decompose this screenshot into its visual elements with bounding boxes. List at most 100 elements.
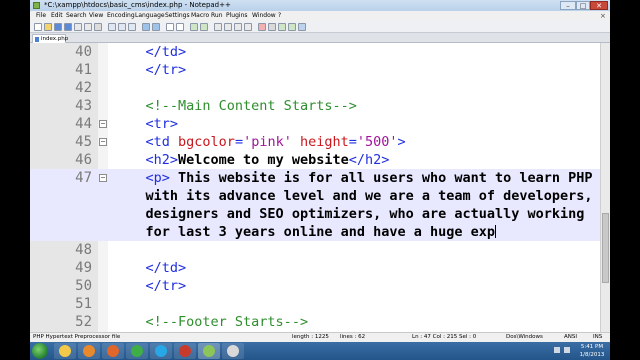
status-position: Ln : 47 Col : 215 Sel : 0 xyxy=(412,334,477,340)
menu-bar: File Edit Search View Encoding Language … xyxy=(30,11,610,21)
code-token: for last 3 years online and have a huge … xyxy=(145,224,496,240)
save-macro-icon[interactable] xyxy=(298,23,306,31)
line-number: 44 xyxy=(75,116,92,132)
filezilla-icon[interactable] xyxy=(174,343,196,359)
find-icon[interactable] xyxy=(166,23,174,31)
text-cursor xyxy=(495,225,497,238)
zoom-in-icon[interactable] xyxy=(190,23,198,31)
stop-macro-icon[interactable] xyxy=(268,23,276,31)
maximize-button[interactable]: □ xyxy=(576,1,590,10)
sync-scroll-icon[interactable] xyxy=(214,23,222,31)
word-wrap-icon[interactable] xyxy=(224,23,232,31)
media-player-icon[interactable] xyxy=(78,343,100,359)
line-number: 50 xyxy=(75,278,92,294)
menu-window[interactable]: Window xyxy=(252,11,276,21)
minimize-button[interactable]: – xyxy=(560,1,576,10)
vertical-scrollbar[interactable] xyxy=(600,43,610,332)
menu-encoding[interactable]: Encoding xyxy=(107,11,135,21)
notepadpp-app-icon xyxy=(33,2,40,9)
paint-icon[interactable] xyxy=(222,343,244,359)
save-icon[interactable] xyxy=(54,23,62,31)
code-line[interactable]: 48 xyxy=(30,241,610,259)
code-line[interactable]: 49 </td> xyxy=(30,259,610,277)
scrollbar-thumb[interactable] xyxy=(602,213,609,283)
status-bar: PHP Hypertext Preprocessor file length :… xyxy=(30,332,610,342)
undo-icon[interactable] xyxy=(142,23,150,31)
line-number: 49 xyxy=(75,260,92,276)
line-number: 51 xyxy=(75,296,92,312)
code-text: <p> This website is for all users who wa… xyxy=(113,169,593,187)
windows-taskbar: 5:41 PM 1/8/2013 xyxy=(30,342,610,360)
menu-help[interactable]: ? xyxy=(278,11,281,21)
notepadpp-icon[interactable] xyxy=(198,343,220,359)
copy-icon[interactable] xyxy=(118,23,126,31)
replace-icon[interactable] xyxy=(176,23,184,31)
code-text: <h2>Welcome to my website</h2> xyxy=(113,151,390,169)
close-button[interactable]: ✕ xyxy=(590,1,608,10)
open-file-icon[interactable] xyxy=(44,23,52,31)
zoom-out-icon[interactable] xyxy=(200,23,208,31)
code-line[interactable]: 45− <td bgcolor='pink' height='500'> xyxy=(30,133,610,151)
save-all-icon[interactable] xyxy=(64,23,72,31)
code-line[interactable]: 40 </td> xyxy=(30,43,610,61)
clock[interactable]: 5:41 PM 1/8/2013 xyxy=(576,343,608,359)
code-line[interactable]: 44− <tr> xyxy=(30,115,610,133)
close-document-icon[interactable]: × xyxy=(600,11,606,21)
volume-icon[interactable] xyxy=(564,347,570,353)
new-file-icon[interactable] xyxy=(34,23,42,31)
play-macro-icon[interactable] xyxy=(278,23,286,31)
code-line[interactable]: 52 <!--Footer Starts--> xyxy=(30,313,610,331)
close-file-icon[interactable] xyxy=(74,23,82,31)
menu-plugins[interactable]: Plugins xyxy=(226,11,248,21)
code-line[interactable]: with its advance level and we are a team… xyxy=(30,187,610,205)
skype-icon[interactable] xyxy=(150,343,172,359)
menu-file[interactable]: File xyxy=(36,11,46,21)
code-line[interactable]: designers and SEO optimizers, who are ac… xyxy=(30,205,610,223)
tab-index-php[interactable]: index.php xyxy=(32,34,69,43)
menu-macro[interactable]: Macro xyxy=(191,11,209,21)
code-token: This website is for all users who want t… xyxy=(169,170,593,186)
menu-language[interactable]: Language xyxy=(135,11,165,21)
firefox-icon[interactable] xyxy=(102,343,124,359)
code-line[interactable]: 41 </tr> xyxy=(30,61,610,79)
code-token: </tr> xyxy=(145,62,187,78)
code-line[interactable]: 43 <!--Main Content Starts--> xyxy=(30,97,610,115)
explorer-icon[interactable] xyxy=(54,343,76,359)
run-macro-multiple-icon[interactable] xyxy=(288,23,296,31)
code-line[interactable]: 42 xyxy=(30,79,610,97)
code-token: '500' xyxy=(356,134,398,150)
print-icon[interactable] xyxy=(94,23,102,31)
code-token: bgcolor xyxy=(178,134,235,150)
redo-icon[interactable] xyxy=(152,23,160,31)
close-all-icon[interactable] xyxy=(84,23,92,31)
indent-guide-icon[interactable] xyxy=(244,23,252,31)
show-all-chars-icon[interactable] xyxy=(234,23,242,31)
menu-run[interactable]: Run xyxy=(211,11,223,21)
code-token: <!--Footer Starts--> xyxy=(145,314,309,330)
code-line[interactable]: for last 3 years online and have a huge … xyxy=(30,223,610,241)
menu-view[interactable]: View xyxy=(89,11,103,21)
code-line[interactable]: 47− <p> This website is for all users wh… xyxy=(30,169,610,187)
code-editor[interactable]: 40 </td> 41 </tr> 42 43 <!--Main Content St… xyxy=(30,43,610,332)
code-line[interactable]: 46 <h2>Welcome to my website</h2> xyxy=(30,151,610,169)
record-macro-icon[interactable] xyxy=(258,23,266,31)
start-button[interactable] xyxy=(32,343,48,359)
paste-icon[interactable] xyxy=(128,23,136,31)
code-line[interactable]: 51 xyxy=(30,295,610,313)
network-icon[interactable] xyxy=(554,347,560,353)
fold-toggle-icon[interactable]: − xyxy=(99,174,107,182)
cut-icon[interactable] xyxy=(108,23,116,31)
code-token: </h2> xyxy=(348,152,390,168)
menu-edit[interactable]: Edit xyxy=(51,11,63,21)
fold-toggle-icon[interactable]: − xyxy=(99,138,107,146)
code-line[interactable]: 50 </tr> xyxy=(30,277,610,295)
menu-settings[interactable]: Settings xyxy=(165,11,190,21)
chrome-icon[interactable] xyxy=(126,343,148,359)
status-encoding: ANSI xyxy=(564,334,577,340)
fold-toggle-icon[interactable]: − xyxy=(99,120,107,128)
menu-search[interactable]: Search xyxy=(66,11,87,21)
tab-label: index.php xyxy=(41,36,69,42)
